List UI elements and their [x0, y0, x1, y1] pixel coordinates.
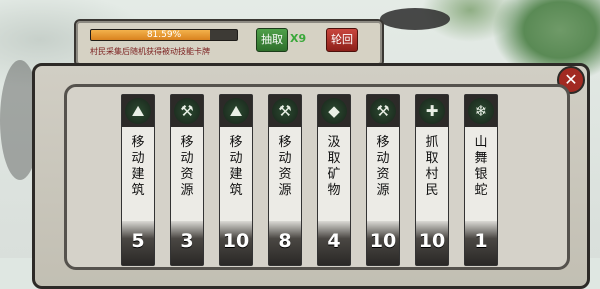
card-count: 10 [222, 230, 250, 252]
skill-card[interactable]: ✚ 抓取村民 10 [415, 94, 449, 266]
card-count: 5 [131, 230, 145, 252]
extract-count: X9 [290, 32, 307, 45]
build-icon: ⛰ [125, 98, 151, 124]
card-count: 8 [278, 230, 292, 252]
card-icon-frame: ⚒ [171, 95, 203, 127]
skill-card[interactable]: ❄ 山舞银蛇 1 [464, 94, 498, 266]
card-label: 抓取村民 [425, 135, 439, 198]
card-label: 移动资源 [278, 135, 292, 198]
card-count: 10 [418, 230, 446, 252]
card-label: 移动建筑 [229, 135, 243, 198]
skill-card[interactable]: ◆ 汲取矿物 4 [317, 94, 351, 266]
card-icon-frame: ✚ [416, 95, 448, 127]
harvest-icon: ⚒ [174, 98, 200, 124]
skill-card[interactable]: ⚒ 移动资源 8 [268, 94, 302, 266]
card-label: 移动资源 [180, 135, 194, 198]
progress-hint: 村民采集后随机获得被动技能卡牌 [90, 47, 210, 56]
harvest-icon: ⚒ [272, 98, 298, 124]
reincarnate-button[interactable]: 轮回 [326, 28, 358, 52]
card-icon-frame: ⛰ [220, 95, 252, 127]
harvest-icon: ⚒ [370, 98, 396, 124]
card-count: 4 [327, 230, 341, 252]
capture-icon: ✚ [419, 98, 445, 124]
skill-card[interactable]: ⛰ 移动建筑 5 [121, 94, 155, 266]
progress-bar: 81.59% [90, 29, 238, 41]
build-icon: ⛰ [223, 98, 249, 124]
snow-icon: ❄ [468, 98, 494, 124]
card-count: 10 [369, 230, 397, 252]
card-label: 移动建筑 [131, 135, 145, 198]
card-icon-frame: ⛰ [122, 95, 154, 127]
skill-card[interactable]: ⚒ 移动资源 10 [366, 94, 400, 266]
card-icon-frame: ❄ [465, 95, 497, 127]
extract-button[interactable]: 抽取 [256, 28, 288, 52]
card-icon-frame: ⚒ [269, 95, 301, 127]
card-icon-frame: ⚒ [367, 95, 399, 127]
ink-decoration [380, 8, 450, 30]
card-label: 移动资源 [376, 135, 390, 198]
skill-card[interactable]: ⚒ 移动资源 3 [170, 94, 204, 266]
card-count: 3 [180, 230, 194, 252]
ore-icon: ◆ [321, 98, 347, 124]
card-icon-frame: ◆ [318, 95, 350, 127]
progress-percent: 81.59% [146, 30, 182, 40]
card-label: 汲取矿物 [327, 135, 341, 198]
card-count: 1 [474, 230, 488, 252]
extract-panel: 81.59% 村民采集后随机获得被动技能卡牌 抽取 X9 轮回 [74, 19, 384, 67]
card-label: 山舞银蛇 [474, 135, 488, 198]
skill-card[interactable]: ⛰ 移动建筑 10 [219, 94, 253, 266]
